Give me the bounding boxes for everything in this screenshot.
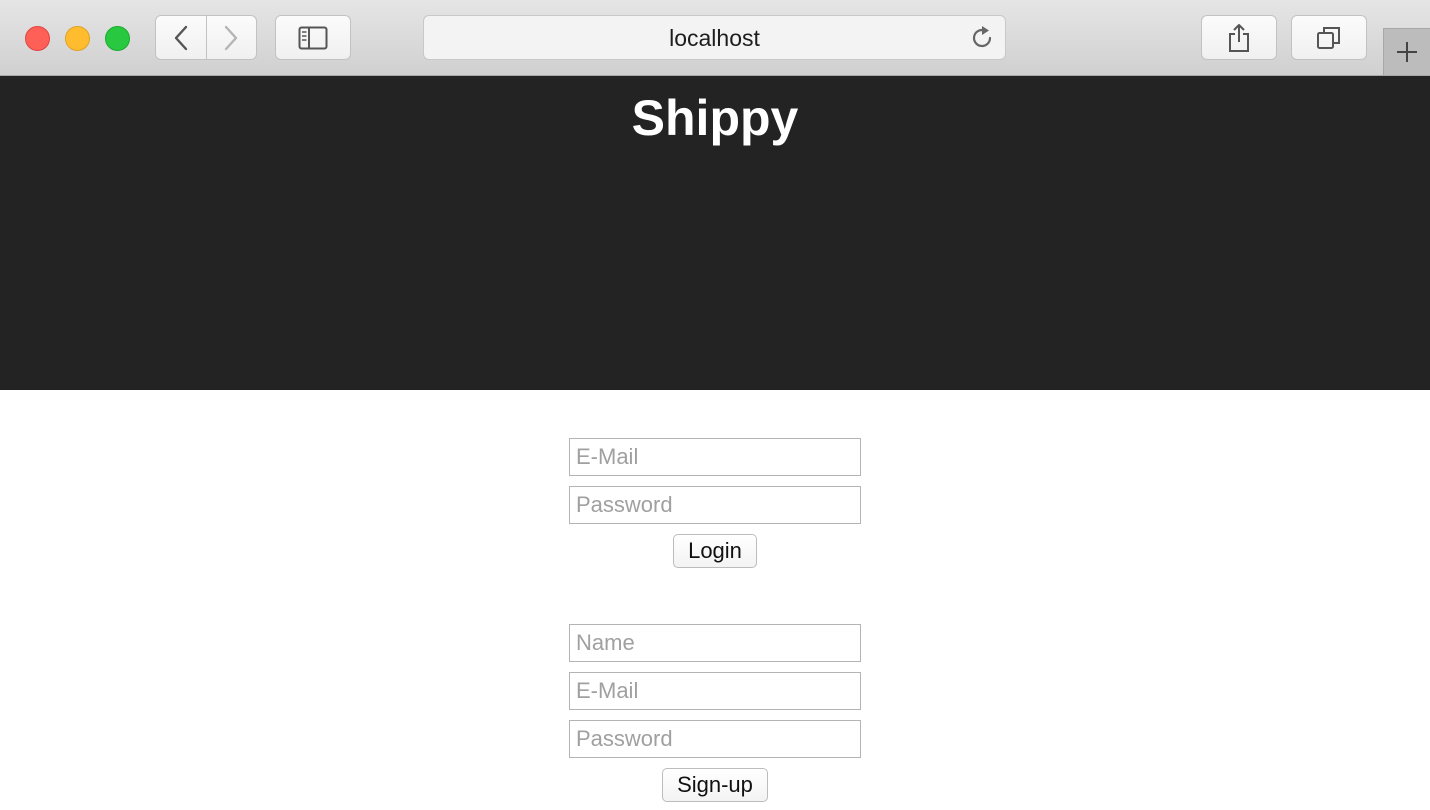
forward-button[interactable]	[205, 16, 257, 59]
chevron-right-icon	[225, 25, 238, 50]
navigation-buttons	[155, 15, 257, 60]
new-tab-button[interactable]	[1383, 28, 1430, 75]
login-button-row: Login	[569, 534, 861, 568]
signup-form: Sign-up	[569, 624, 861, 802]
tabs-icon	[1317, 26, 1340, 49]
sidebar-icon	[298, 26, 328, 49]
reload-icon[interactable]	[969, 25, 995, 51]
share-icon	[1229, 23, 1249, 52]
signup-email-field[interactable]	[569, 672, 861, 710]
login-form: Login	[569, 438, 861, 568]
signup-name-field[interactable]	[569, 624, 861, 662]
browser-toolbar: localhost	[0, 0, 1430, 76]
minimize-icon[interactable]	[65, 26, 90, 51]
plus-icon	[1397, 42, 1417, 62]
close-icon[interactable]	[25, 26, 50, 51]
sidebar-button[interactable]	[275, 15, 351, 60]
url-text: localhost	[669, 25, 760, 51]
tabs-overview-button[interactable]	[1291, 15, 1367, 60]
signup-password-field[interactable]	[569, 720, 861, 758]
back-button[interactable]	[156, 16, 206, 59]
maximize-icon[interactable]	[105, 26, 130, 51]
share-button[interactable]	[1201, 15, 1277, 60]
login-password-field[interactable]	[569, 486, 861, 524]
signup-button-row: Sign-up	[569, 768, 861, 802]
address-bar[interactable]: localhost	[423, 15, 1006, 60]
login-button[interactable]: Login	[673, 534, 757, 568]
login-email-field[interactable]	[569, 438, 861, 476]
signup-button[interactable]: Sign-up	[662, 768, 768, 802]
page-title: Shippy	[631, 90, 799, 146]
browser-window: localhost Shippy E-Mail Login Name E-Mai…	[0, 0, 1430, 810]
page-header: Shippy	[0, 76, 1430, 390]
chevron-left-icon	[174, 25, 187, 50]
